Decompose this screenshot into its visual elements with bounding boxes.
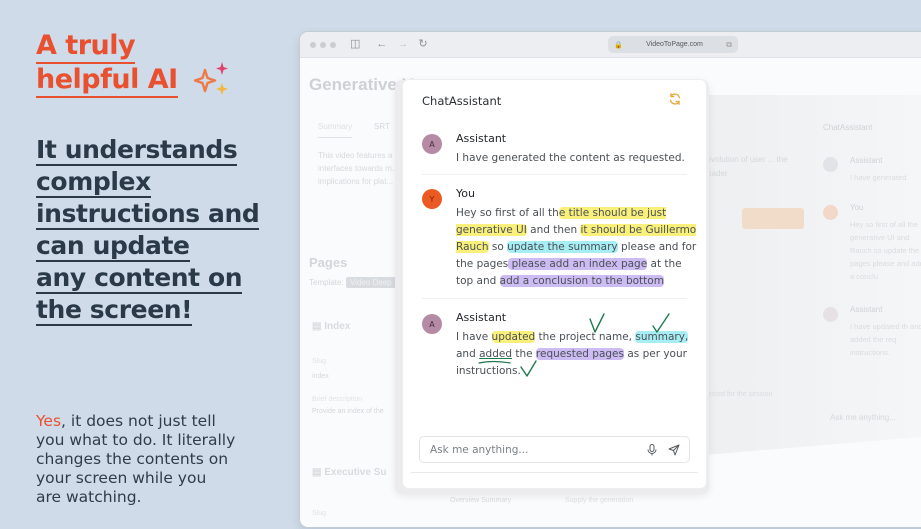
message-author: Assistant	[456, 132, 507, 145]
promo-subheading: It understands complex instructions and …	[36, 134, 260, 326]
forward-icon[interactable]: →	[397, 39, 408, 50]
minimize-dot[interactable]	[320, 41, 326, 48]
ghost-text: I have generated	[850, 173, 907, 182]
chat-title: ChatAssistant	[422, 94, 502, 108]
highlighted-text: updated	[491, 331, 536, 343]
card-title: ▤ Executive Su	[312, 467, 387, 478]
ghost-avatar	[823, 307, 838, 322]
assistant-avatar: A	[422, 314, 442, 334]
pages-heading: Pages	[309, 255, 348, 270]
ghost-name: Assistant	[850, 305, 883, 314]
subhead-line: the screen!	[36, 295, 193, 326]
ghost-suggested-text: ggested for the session	[700, 391, 773, 398]
ghost-input-placeholder: Ask me anything...	[830, 413, 896, 422]
message-divider	[422, 174, 687, 175]
back-icon[interactable]: ←	[376, 39, 387, 50]
user-avatar: Y	[422, 189, 442, 209]
address-bar[interactable]: 🔒 VideoToPage.com ⧉	[608, 36, 738, 53]
template-select[interactable]: Video Deep	[345, 277, 396, 288]
chat-input[interactable]	[430, 443, 645, 456]
highlighted-text: update the summary	[507, 241, 618, 253]
headline-line: A truly	[36, 30, 136, 64]
highlighted-text: added	[479, 348, 512, 360]
generation-text: Supply the generation	[565, 497, 634, 504]
subhead-line: complex	[36, 167, 151, 198]
message-text: I have generated the content as requeste…	[456, 152, 685, 164]
highlighted-text: please add an index page	[508, 258, 648, 270]
template-label: Template:	[309, 278, 344, 287]
tab-srt[interactable]: SRT	[374, 122, 390, 131]
message-author: Assistant	[456, 311, 507, 324]
generate-button[interactable]	[742, 208, 804, 229]
ghost-summary-text: e evolution of user ... the broader	[700, 155, 788, 178]
tab-summary[interactable]: Summary	[318, 122, 353, 138]
reload-icon[interactable]: ↻	[418, 39, 427, 50]
message-text: I have updated the project name, summary…	[456, 329, 701, 380]
yes-highlight: Yes	[36, 412, 62, 430]
ghost-name: Assistant	[850, 156, 883, 165]
highlighted-text: add a conclusion to the bottom	[499, 275, 664, 287]
body-text: , it does not just tell you what to do. …	[36, 412, 236, 506]
lock-icon: 🔒	[614, 41, 623, 49]
url-text: VideoToPage.com	[646, 41, 703, 48]
subhead-line: instructions and	[36, 199, 260, 230]
background-chat-panel: e evolution of user ... the broader Chat…	[705, 95, 921, 455]
close-dot[interactable]	[310, 41, 316, 48]
message-author: You	[456, 187, 475, 200]
field-label: Slug	[312, 358, 327, 365]
microphone-icon[interactable]	[645, 443, 659, 457]
window-controls[interactable]	[310, 41, 336, 48]
highlighted-text: requested pages	[535, 348, 624, 360]
card-title: ▤ Index	[312, 321, 351, 332]
sparkles-icon	[193, 62, 228, 95]
maximize-dot[interactable]	[330, 41, 336, 48]
field-label: Slug	[312, 510, 327, 517]
overview-select[interactable]: Overview Summary	[450, 497, 511, 504]
chat-footer-divider	[411, 472, 698, 473]
text-segment: the project name,	[535, 331, 636, 343]
highlighted-text: summary,	[635, 331, 689, 343]
ghost-chat-title: ChatAssistant	[823, 123, 873, 132]
share-icon[interactable]: ⧉	[726, 40, 732, 50]
ghost-name: You	[850, 203, 864, 212]
text-segment: Hey so first of all th	[456, 207, 559, 219]
subhead-line: any content on	[36, 263, 243, 294]
send-icon[interactable]	[667, 443, 681, 457]
subhead-line: It understands	[36, 135, 238, 166]
headline-line: helpful AI	[36, 64, 178, 98]
text-segment: I have	[456, 331, 492, 343]
message-divider	[422, 298, 687, 299]
chat-assistant-panel: ChatAssistant A Assistant I have generat…	[403, 80, 706, 488]
page-card-executive-summary: ▤ Executive Su Slug executive-summary	[312, 467, 402, 527]
desc-value[interactable]: Provide an index of the	[312, 408, 402, 415]
ghost-text: Hey so first of all the generative UI an…	[850, 220, 921, 281]
assistant-avatar: A	[422, 134, 442, 154]
ghost-avatar	[823, 157, 838, 172]
text-segment: so	[488, 241, 508, 253]
browser-toolbar: ◫ ← → ↻ 🔒 VideoToPage.com ⧉	[300, 32, 921, 58]
promo-body: Yes, it does not just tell you what to d…	[36, 412, 236, 507]
text-segment: and	[456, 348, 480, 360]
template-row: Template: Video Deep	[309, 277, 396, 288]
page-card-index: ▤ Index Slug index Brief description Pro…	[312, 321, 402, 415]
promo-headline: A truly helpful AI	[36, 30, 178, 98]
field-value[interactable]: index	[312, 373, 402, 380]
text-segment: and then	[526, 224, 581, 236]
ghost-text: I have updated th and added the req inst…	[850, 322, 921, 357]
sidebar-icon[interactable]: ◫	[350, 39, 360, 50]
message-text: Hey so first of all the title should be …	[456, 205, 701, 290]
refresh-icon[interactable]	[668, 92, 682, 106]
subhead-line: can update	[36, 231, 190, 262]
text-segment: the	[511, 348, 536, 360]
ghost-avatar	[823, 205, 838, 220]
chat-input-box[interactable]	[419, 436, 690, 463]
desc-label: Brief description	[312, 396, 363, 403]
